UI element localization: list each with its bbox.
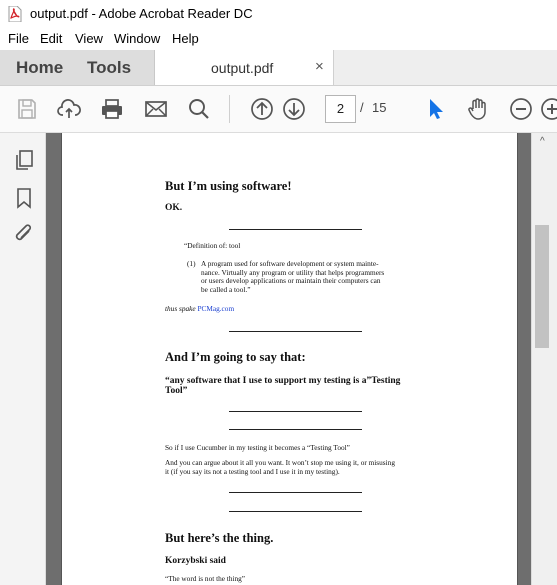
search-icon[interactable]	[187, 97, 211, 121]
acrobat-pdf-icon	[8, 5, 22, 23]
menu-help[interactable]: Help	[172, 31, 199, 46]
page-number-input[interactable]: 2	[325, 95, 356, 123]
horizontal-rule	[229, 229, 362, 230]
bookmark-icon[interactable]	[13, 187, 35, 209]
menu-edit[interactable]: Edit	[40, 31, 62, 46]
definition-line-4: be called a tool.”	[201, 284, 251, 294]
menu-file[interactable]: File	[8, 31, 29, 46]
tab-tools-label: Tools	[87, 58, 132, 77]
menu-view[interactable]: View	[75, 31, 103, 46]
text-ok: OK.	[165, 203, 183, 213]
definition-title: “Definition of: tool	[184, 241, 241, 250]
toolbar: 2 / 15	[0, 86, 557, 133]
left-rail	[0, 133, 46, 585]
tab-home[interactable]: Home	[0, 50, 79, 86]
heading-going-to-say: And I’m going to say that:	[165, 350, 306, 364]
attachment-icon[interactable]	[13, 223, 35, 245]
cucumber-text: So if I use Cucumber in my testing it be…	[165, 443, 350, 452]
argue-line-2: it (if you say its not a testing tool an…	[165, 466, 340, 476]
attribution: thus spake PCMag.com	[165, 304, 234, 314]
zoom-out-icon[interactable]	[509, 97, 533, 121]
tab-document[interactable]: output.pdf ×	[155, 50, 334, 86]
hand-icon[interactable]	[466, 97, 490, 121]
thus-spake-text: thus spake	[165, 304, 196, 313]
menu-window[interactable]: Window	[114, 31, 160, 46]
pdf-page: But I’m using software! OK. “Definition …	[61, 133, 518, 585]
scroll-thumb[interactable]	[535, 225, 549, 348]
pcmag-link[interactable]: PCMag.com	[197, 304, 234, 313]
page-up-icon[interactable]	[250, 97, 274, 121]
upload-icon[interactable]	[57, 97, 81, 121]
definition-number: (1)	[187, 259, 196, 268]
tab-document-label: output.pdf	[211, 60, 274, 76]
page-down-icon[interactable]	[282, 97, 306, 121]
word-quote-text: “The word is not the thing”	[165, 574, 246, 583]
tab-bar: Home Tools output.pdf ×	[0, 50, 557, 86]
scroll-up-arrow-icon[interactable]: ^	[540, 136, 545, 147]
horizontal-rule	[229, 411, 362, 412]
tab-home-label: Home	[16, 58, 64, 77]
close-tab-icon[interactable]: ×	[315, 58, 324, 75]
heading-using-software: But I’m using software!	[165, 179, 292, 193]
zoom-in-icon[interactable]	[540, 97, 557, 121]
toolbar-divider	[229, 95, 230, 123]
quote-line-1: “any software that I use to support my t…	[165, 376, 401, 386]
heading-heres-the-thing: But here’s the thing.	[165, 531, 274, 545]
window-title: output.pdf - Adobe Acrobat Reader DC	[30, 6, 253, 21]
page-total: 15	[372, 100, 387, 115]
save-icon[interactable]	[15, 97, 39, 121]
page-separator: /	[360, 100, 364, 115]
horizontal-rule	[229, 331, 362, 332]
mail-icon[interactable]	[144, 97, 168, 121]
tab-tools[interactable]: Tools	[79, 50, 155, 86]
title-bar: output.pdf - Adobe Acrobat Reader DC	[0, 0, 557, 28]
menu-bar: File Edit View Window Help	[0, 28, 557, 50]
horizontal-rule	[229, 511, 362, 512]
korzybski-text: Korzybski said	[165, 556, 226, 566]
pages-icon[interactable]	[13, 149, 35, 171]
select-cursor-icon[interactable]	[424, 97, 448, 121]
quote-line-2: Tool”	[165, 386, 188, 396]
print-icon[interactable]	[100, 97, 124, 121]
document-viewport[interactable]: But I’m using software! OK. “Definition …	[46, 133, 531, 585]
horizontal-rule	[229, 492, 362, 493]
vertical-scrollbar[interactable]: ^	[531, 133, 557, 585]
horizontal-rule	[229, 429, 362, 430]
